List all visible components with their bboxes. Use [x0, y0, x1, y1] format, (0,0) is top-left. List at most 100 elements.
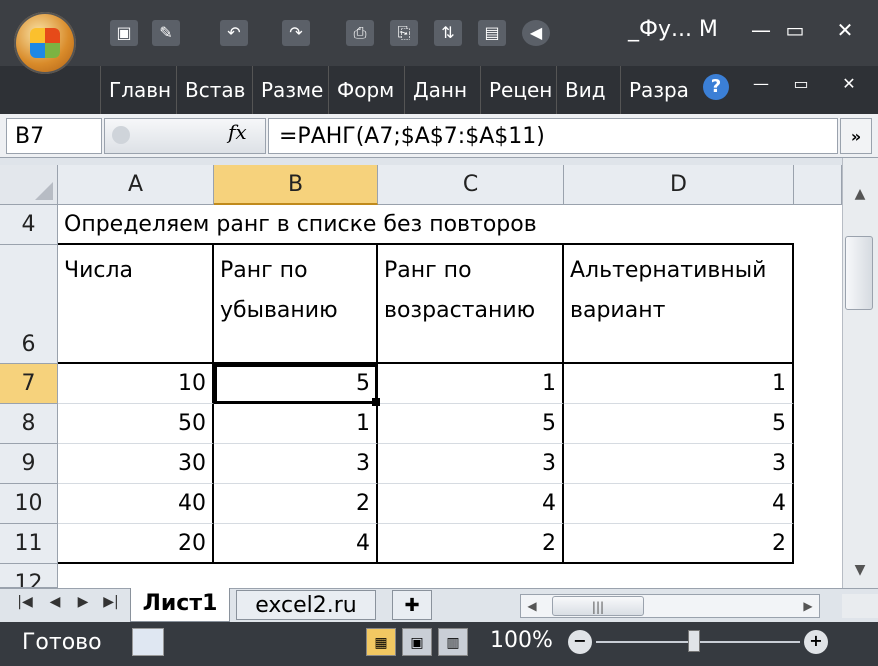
- header-cell-a[interactable]: Числа: [58, 245, 214, 364]
- header-d-line2: вариант: [570, 298, 666, 323]
- cell-b9[interactable]: 3: [214, 444, 378, 484]
- vertical-scroll-thumb[interactable]: [845, 236, 873, 310]
- row-header-4[interactable]: 4: [0, 205, 58, 245]
- name-box[interactable]: B7: [6, 118, 102, 154]
- office-button[interactable]: [14, 12, 76, 74]
- cell-a11[interactable]: 20: [58, 524, 214, 564]
- normal-view-icon[interactable]: ▦: [366, 628, 396, 656]
- scroll-right-icon[interactable]: ▶: [798, 596, 818, 616]
- row-header-9[interactable]: 9: [0, 444, 58, 484]
- minimize-button[interactable]: —: [746, 18, 776, 42]
- maximize-button[interactable]: ▭: [780, 18, 810, 42]
- select-all-corner[interactable]: [0, 165, 58, 205]
- tab-formulas[interactable]: Форм: [328, 66, 400, 114]
- page-layout-view-icon[interactable]: ▣: [402, 628, 432, 656]
- row-header-6[interactable]: 6: [0, 245, 58, 364]
- preview-icon[interactable]: ⎘: [390, 20, 418, 46]
- row-header-8[interactable]: 8: [0, 404, 58, 444]
- cell-a8[interactable]: 50: [58, 404, 214, 444]
- fill-handle[interactable]: [372, 398, 380, 406]
- tab-review[interactable]: Рецен: [480, 66, 552, 114]
- header-c-line2: возрастанию: [384, 298, 536, 323]
- tab-page-layout[interactable]: Разме: [252, 66, 324, 114]
- macro-record-icon[interactable]: [132, 628, 164, 656]
- cell-c10[interactable]: 4: [378, 484, 564, 524]
- close-button[interactable]: ✕: [830, 18, 860, 42]
- row-header-12[interactable]: 12: [0, 564, 58, 588]
- vertical-scrollbar[interactable]: [842, 158, 878, 588]
- expand-formula-button[interactable]: »: [840, 118, 872, 154]
- tab-developer[interactable]: Разра: [620, 66, 692, 114]
- horizontal-scroll-thumb[interactable]: |||: [552, 596, 644, 616]
- cell-b8[interactable]: 1: [214, 404, 378, 444]
- cell-c11[interactable]: 2: [378, 524, 564, 564]
- zoom-slider-knob[interactable]: [688, 630, 700, 652]
- column-header-e[interactable]: [794, 165, 842, 205]
- scroll-corner: [842, 594, 878, 618]
- row-header-10[interactable]: 10: [0, 484, 58, 524]
- sheet-tab-2[interactable]: excel2.ru: [236, 590, 376, 620]
- tab-home[interactable]: Главн: [100, 66, 172, 114]
- cell-d8[interactable]: 5: [564, 404, 794, 444]
- formula-input[interactable]: =РАНГ(A7;$A$7:$A$11): [268, 118, 838, 154]
- print-icon[interactable]: ⎙: [346, 20, 374, 46]
- status-text: Готово: [22, 630, 102, 655]
- cell-d9[interactable]: 3: [564, 444, 794, 484]
- row-header-7[interactable]: 7: [0, 364, 58, 404]
- header-b-line2: убыванию: [220, 298, 338, 323]
- header-b-line1: Ранг по: [220, 258, 308, 283]
- scroll-up-icon[interactable]: ▲: [842, 186, 878, 202]
- column-header-a[interactable]: A: [58, 165, 214, 205]
- ribbon-close-button[interactable]: ✕: [834, 74, 864, 93]
- ribbon-minimize-button[interactable]: —: [746, 74, 776, 93]
- column-header-c[interactable]: C: [378, 165, 564, 205]
- sheet-tab-1[interactable]: Лист1: [130, 588, 230, 622]
- next-sheet-icon[interactable]: ▶: [72, 594, 94, 610]
- help-icon[interactable]: ?: [703, 74, 729, 100]
- prev-sheet-icon[interactable]: ◀: [44, 594, 66, 610]
- page-break-view-icon[interactable]: ▥: [438, 628, 468, 656]
- cell-a10[interactable]: 40: [58, 484, 214, 524]
- cell-b11[interactable]: 4: [214, 524, 378, 564]
- first-sheet-icon[interactable]: |◀: [14, 594, 36, 610]
- zoom-in-button[interactable]: +: [804, 630, 828, 654]
- tab-data[interactable]: Данн: [404, 66, 476, 114]
- cell-a7[interactable]: 10: [58, 364, 214, 404]
- row-header-11[interactable]: 11: [0, 524, 58, 564]
- tab-insert[interactable]: Встав: [176, 66, 248, 114]
- cell-b10[interactable]: 2: [214, 484, 378, 524]
- cell-d11[interactable]: 2: [564, 524, 794, 564]
- paint-icon[interactable]: ✎: [152, 20, 180, 46]
- undo-icon[interactable]: ↶: [220, 20, 248, 46]
- tab-view[interactable]: Вид: [556, 66, 616, 114]
- scroll-down-icon[interactable]: ▼: [842, 562, 878, 578]
- redo-icon[interactable]: ↷: [282, 20, 310, 46]
- ribbon-restore-button[interactable]: ▭: [786, 74, 816, 93]
- insert-function-button[interactable]: fx: [228, 120, 247, 144]
- header-cell-c[interactable]: Ранг по возрастанию: [378, 245, 564, 364]
- cell-d10[interactable]: 4: [564, 484, 794, 524]
- office-logo-icon: [30, 28, 60, 58]
- insert-sheet-icon[interactable]: ✚: [392, 590, 432, 620]
- sort-icon[interactable]: ⇅: [434, 20, 462, 46]
- cell-c8[interactable]: 5: [378, 404, 564, 444]
- zoom-level[interactable]: 100%: [490, 628, 553, 653]
- cell-d7[interactable]: 1: [564, 364, 794, 404]
- header-cell-d[interactable]: Альтернативный вариант: [564, 245, 794, 364]
- cell-c9[interactable]: 3: [378, 444, 564, 484]
- header-cell-b[interactable]: Ранг по убыванию: [214, 245, 378, 364]
- column-header-d[interactable]: D: [564, 165, 794, 205]
- save-icon[interactable]: ▣: [110, 20, 138, 46]
- grid-top-strip: [0, 158, 842, 165]
- last-sheet-icon[interactable]: ▶|: [100, 594, 122, 610]
- column-header-b[interactable]: B: [214, 165, 378, 205]
- title-cell[interactable]: Определяем ранг в списке без повторов: [58, 205, 794, 245]
- chart-icon[interactable]: ▤: [478, 20, 506, 46]
- scroll-left-icon[interactable]: ◀: [522, 596, 542, 616]
- splitter-handle-icon[interactable]: [112, 126, 130, 144]
- back-icon[interactable]: ◀: [522, 20, 550, 46]
- cell-c7[interactable]: 1: [378, 364, 564, 404]
- active-cell-selection: [214, 364, 378, 404]
- zoom-out-button[interactable]: −: [568, 630, 592, 654]
- cell-a9[interactable]: 30: [58, 444, 214, 484]
